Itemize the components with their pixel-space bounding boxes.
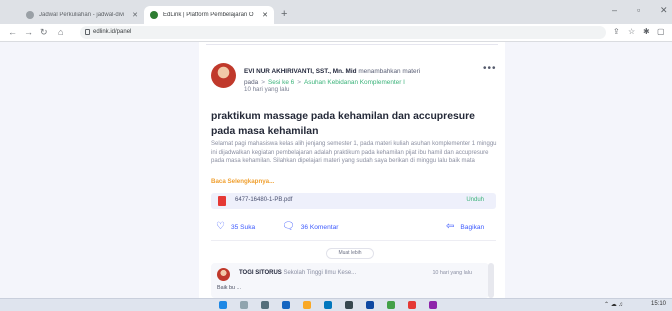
comment-button[interactable]: 🗨 36 Komentar (282, 222, 338, 232)
attachment-name: 6477-16480-1-PB.pdf (235, 197, 293, 203)
address-bar-row: ← → ↻ ⌂ edlink.id/panel ⇪ ☆ ✱ ▢ (0, 24, 672, 42)
commenter-avatar[interactable] (217, 268, 230, 281)
comment-item: TOGI SITORUS Sekolah Tinggi Ilmu Kese...… (211, 263, 489, 298)
tab-jadwal[interactable]: Jadwal Perkuliahan - jadwal-divi ✕ (20, 6, 144, 24)
folder-icon[interactable] (303, 301, 311, 309)
read-more-link[interactable]: Baca Selengkapnya... (211, 178, 274, 185)
lock-icon (85, 29, 90, 35)
url-input[interactable]: edlink.id/panel (80, 26, 606, 39)
url-text: edlink.id/panel (93, 29, 132, 35)
download-button[interactable]: Unduh (466, 197, 484, 203)
attachment[interactable]: 6477-16480-1-PB.pdf Unduh (211, 193, 496, 209)
comment-text: Baik bu ... (217, 285, 241, 291)
forward-icon[interactable]: → (24, 27, 33, 37)
edge-icon[interactable] (324, 301, 332, 309)
load-more-button[interactable]: Muat lebih (326, 248, 374, 259)
tray-icons[interactable]: ⌃ ☁ ♫ (604, 301, 623, 308)
chrome-icon[interactable] (387, 301, 395, 309)
divider (206, 44, 498, 45)
like-count: 35 Suka (230, 223, 256, 231)
reload-icon[interactable]: ↻ (40, 27, 48, 38)
like-button[interactable]: ♡ 35 Suka (216, 222, 255, 232)
minimize-button[interactable]: – (612, 5, 617, 15)
home-icon[interactable]: ⌂ (58, 27, 63, 37)
more-menu-icon[interactable]: ••• (483, 63, 497, 74)
comment-time: 10 hari yang lalu (432, 270, 472, 276)
comment-icon: 🗨 (282, 221, 295, 232)
comment-count: 36 Komentar (300, 223, 339, 231)
store-icon[interactable] (345, 301, 353, 309)
task-view-icon[interactable] (261, 301, 269, 309)
share-label: Bagikan (460, 223, 485, 231)
action-text: menambahkan materi (358, 68, 421, 75)
windows-start-icon[interactable] (219, 301, 227, 309)
taskbar: ⌃ ☁ ♫ 15:10 (0, 298, 672, 311)
breadcrumb-course[interactable]: Asuhan Kebidanan Komplementer I (304, 79, 405, 86)
comment-scrollbar[interactable] (488, 263, 494, 298)
clock[interactable]: 15:10 (651, 301, 666, 307)
mail-icon[interactable] (366, 301, 374, 309)
tab-edlink[interactable]: EdLink | Platform Pembelajaran O ✕ (144, 6, 274, 24)
new-tab-button[interactable]: + (281, 8, 287, 20)
post-title: praktikum massage pada kehamilan dan acc… (211, 111, 475, 137)
search-icon[interactable] (240, 301, 248, 309)
app-icon[interactable] (408, 301, 416, 309)
author-avatar[interactable] (211, 63, 236, 88)
extensions-icon[interactable]: ✱ (643, 27, 650, 36)
share-arrow-icon: ⇦ (446, 221, 455, 232)
globe-icon (26, 11, 34, 19)
heart-icon: ♡ (216, 221, 225, 232)
close-icon[interactable]: ✕ (262, 11, 268, 19)
close-window-button[interactable]: ✕ (660, 5, 668, 16)
pdf-icon (218, 196, 226, 206)
post-body: Selamat pagi mahasiswa kelas alih jenjan… (211, 141, 497, 165)
post-time: 10 hari yang lalu (244, 86, 290, 93)
divider (211, 240, 496, 241)
close-icon[interactable]: ✕ (132, 11, 138, 19)
page-content: EVI NUR AKHIRIVANTI, SST., Mn. Mid menam… (0, 42, 672, 298)
commenter-affiliation: Sekolah Tinggi Ilmu Kese... (283, 270, 357, 276)
tab-title: EdLink | Platform Pembelajaran O (163, 12, 254, 18)
breadcrumb-pada: pada (244, 79, 259, 86)
commenter: TOGI SITORUS Sekolah Tinggi Ilmu Kese... (239, 270, 356, 276)
commenter-name[interactable]: TOGI SITORUS (239, 270, 282, 276)
share-button[interactable]: ⇦ Bagikan (446, 222, 484, 232)
browser-tab-bar: Jadwal Perkuliahan - jadwal-divi ✕ EdLin… (0, 0, 672, 24)
breadcrumb-session[interactable]: Sesi ke 6 (268, 79, 294, 86)
app-icon[interactable] (282, 301, 290, 309)
maximize-button[interactable]: ▫ (637, 5, 640, 15)
back-icon[interactable]: ← (8, 27, 17, 37)
author-name[interactable]: EVI NUR AKHIRIVANTI, SST., Mn. Mid (244, 68, 357, 75)
share-icon[interactable]: ⇪ (613, 27, 620, 36)
profile-icon[interactable]: ▢ (657, 27, 665, 36)
app-icon[interactable] (429, 301, 437, 309)
post-header: EVI NUR AKHIRIVANTI, SST., Mn. Mid menam… (244, 68, 421, 86)
star-icon[interactable]: ☆ (628, 27, 635, 36)
tab-title: Jadwal Perkuliahan - jadwal-divi (39, 12, 125, 18)
edlink-icon (150, 11, 158, 19)
